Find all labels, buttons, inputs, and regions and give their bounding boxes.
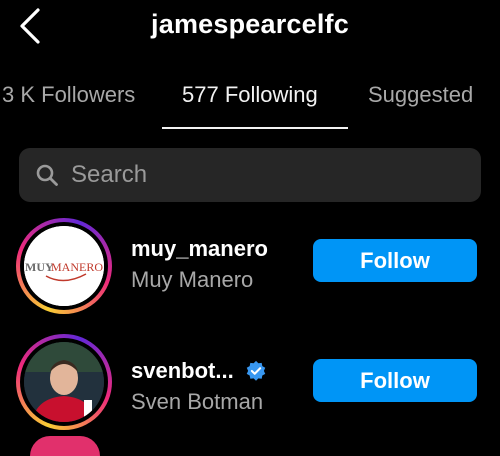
tab-followers[interactable]: 3 K Followers — [2, 82, 135, 108]
profile-photo-icon — [24, 342, 104, 422]
svg-text:MANERO: MANERO — [51, 260, 103, 274]
avatar[interactable] — [16, 334, 112, 430]
muy-manero-logo: MUY MANERO — [24, 226, 104, 306]
list-item[interactable]: svenbot... Sven Botman Follow — [0, 326, 500, 430]
tab-suggested[interactable]: Suggested — [368, 82, 473, 108]
logo-icon: MUY MANERO — [24, 226, 104, 306]
list-item[interactable]: MUY MANERO muy_manero Muy Manero Follow — [0, 214, 500, 314]
verified-badge-icon — [246, 360, 266, 381]
tab-bar: 3 K Followers 577 Following Suggested — [0, 72, 500, 130]
full-name: Muy Manero — [131, 267, 254, 292]
search-placeholder: Search — [71, 161, 148, 188]
search-input[interactable]: Search — [19, 148, 481, 202]
avatar[interactable] — [30, 436, 100, 456]
avatar[interactable]: MUY MANERO — [16, 218, 112, 314]
username[interactable]: svenbot... — [131, 358, 234, 384]
page-title: jamespearcelfc — [151, 9, 349, 39]
follow-button[interactable]: Follow — [313, 359, 477, 402]
active-tab-indicator — [162, 127, 348, 129]
username[interactable]: muy_manero — [131, 236, 268, 262]
tab-following[interactable]: 577 Following — [182, 82, 318, 108]
header-bar: jamespearcelfc — [0, 0, 500, 56]
svg-text:MUY: MUY — [25, 260, 54, 274]
sven-botman-photo — [24, 342, 104, 422]
search-icon — [36, 164, 58, 186]
full-name: Sven Botman — [131, 389, 264, 414]
follow-button[interactable]: Follow — [313, 239, 477, 282]
